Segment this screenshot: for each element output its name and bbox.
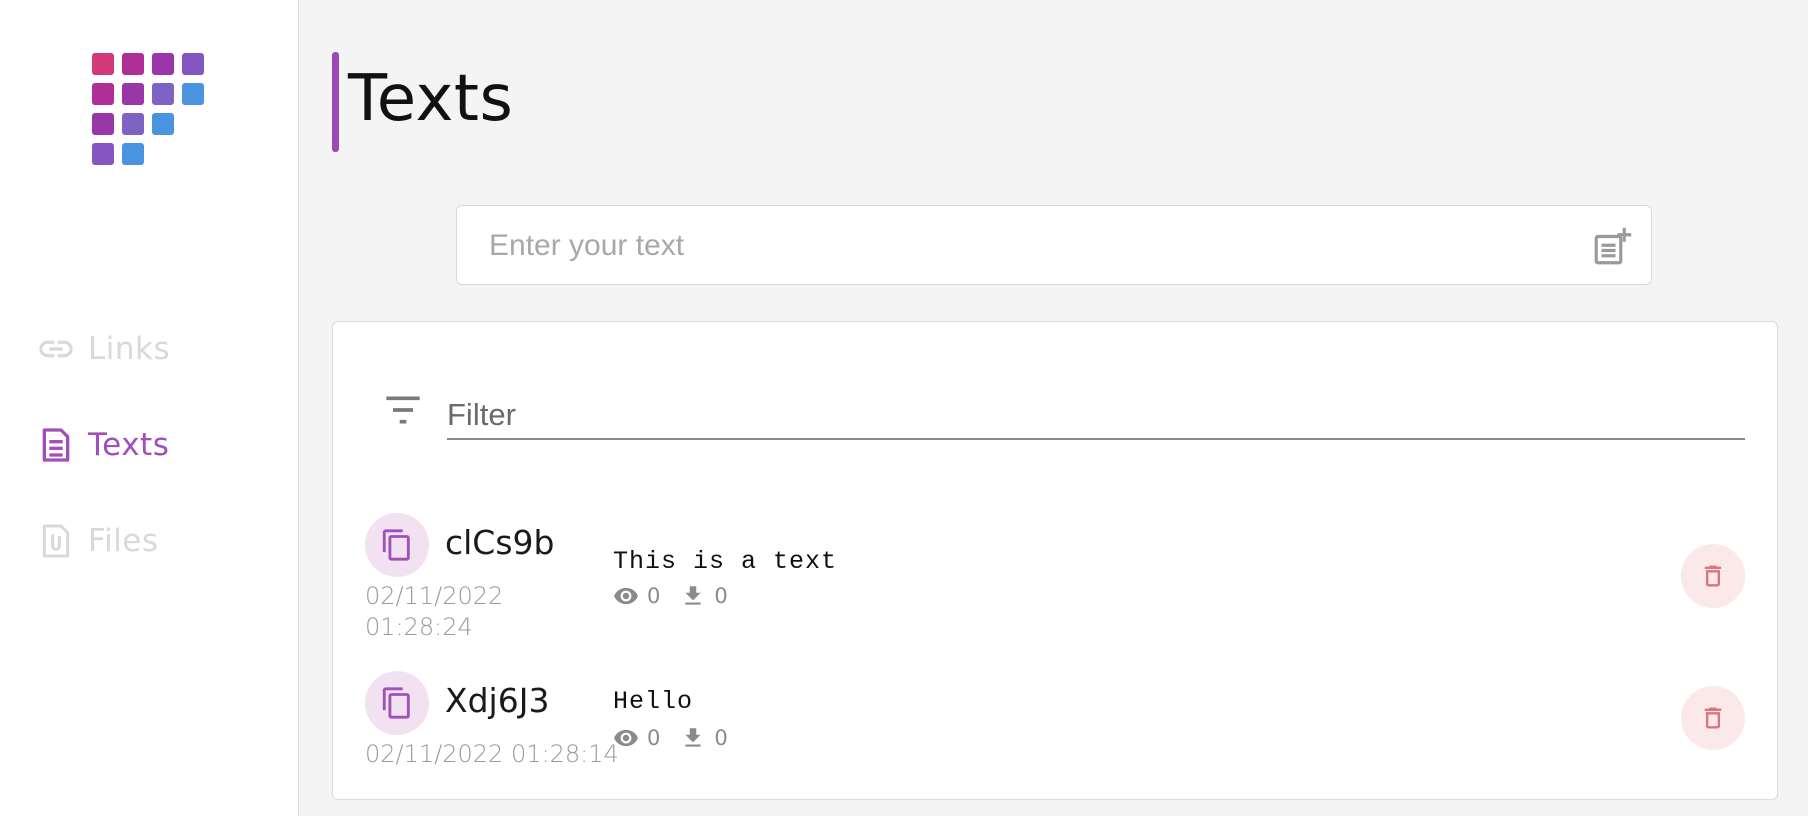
- delete-button[interactable]: [1681, 686, 1745, 750]
- new-text-input[interactable]: [487, 224, 1571, 268]
- document-icon: [42, 428, 70, 462]
- text-stats: 0 0: [613, 725, 748, 751]
- text-code: Xdj6J3: [445, 681, 550, 720]
- sidebar-item-label: Texts: [88, 427, 170, 463]
- trash-icon: [1704, 565, 1722, 587]
- page-title: Texts: [348, 62, 514, 136]
- link-icon: [39, 340, 73, 358]
- text-stats: 0 0: [613, 583, 748, 609]
- sidebar-item-links[interactable]: Links: [36, 327, 170, 371]
- texts-card: clCs9b 02/11/2022 01:28:24 This is a tex…: [332, 321, 1778, 800]
- sidebar-item-label: Files: [88, 523, 159, 559]
- downloads-count: 0: [714, 584, 728, 608]
- filter-input[interactable]: [447, 392, 1745, 440]
- text-code: clCs9b: [445, 523, 555, 562]
- copy-icon: [382, 687, 410, 719]
- sidebar-item-files[interactable]: Files: [36, 519, 159, 563]
- download-icon: [685, 728, 701, 747]
- text-date: 02/11/2022 01:28:14: [365, 740, 619, 768]
- delete-button[interactable]: [1681, 544, 1745, 608]
- filter-icon: [386, 396, 420, 424]
- sidebar-item-label: Links: [88, 331, 171, 367]
- text-row: clCs9b 02/11/2022 01:28:24 This is a tex…: [333, 513, 1779, 643]
- views-count: 0: [647, 584, 661, 608]
- text-date: 02/11/2022 01:28:24: [365, 582, 504, 641]
- text-row: Xdj6J3 02/11/2022 01:28:14 Hello 0 0: [333, 671, 1779, 771]
- text-content: This is a text: [613, 547, 838, 576]
- new-text-box: [456, 205, 1652, 285]
- note-add-icon[interactable]: [1591, 226, 1633, 268]
- paperclip-icon: [42, 524, 70, 558]
- copy-icon: [382, 529, 410, 561]
- text-content: Hello: [613, 687, 694, 716]
- copy-button[interactable]: [365, 513, 429, 577]
- eye-icon: [614, 587, 638, 605]
- app-logo: [92, 53, 212, 173]
- downloads-count: 0: [714, 726, 728, 750]
- copy-button[interactable]: [365, 671, 429, 735]
- download-icon: [685, 586, 701, 605]
- views-count: 0: [647, 726, 661, 750]
- eye-icon: [614, 729, 638, 747]
- trash-icon: [1704, 707, 1722, 729]
- sidebar-item-texts[interactable]: Texts: [36, 423, 169, 467]
- sidebar: Links Texts Files: [0, 0, 299, 816]
- title-accent-bar: [332, 52, 339, 152]
